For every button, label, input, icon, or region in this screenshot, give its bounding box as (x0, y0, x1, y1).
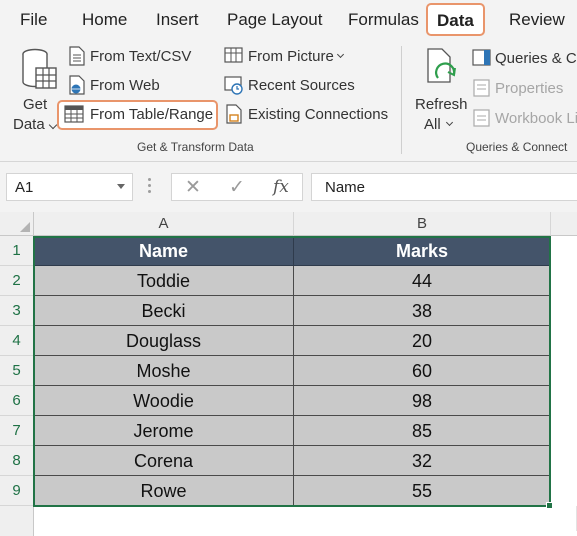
workbook-links-label: Workbook Li (495, 110, 577, 127)
table-cell-name[interactable]: Douglass (34, 326, 294, 356)
queries-connections-label: Queries & Co (495, 50, 577, 67)
properties-icon (473, 79, 490, 97)
resize-handle[interactable] (148, 178, 152, 196)
group-divider (401, 46, 402, 154)
tab-file[interactable]: File (20, 10, 47, 30)
ribbon-tab-bar: File Home Insert Page Layout Formulas Da… (0, 0, 577, 40)
from-table-range-button[interactable]: From Table/Range (62, 104, 218, 126)
table-cell-marks[interactable]: 44 (294, 266, 551, 296)
text-file-icon (69, 46, 85, 66)
from-web-label: From Web (90, 77, 160, 94)
refresh-all-button[interactable]: Refresh All (410, 46, 470, 133)
from-table-range-label: From Table/Range (90, 106, 214, 123)
row-header[interactable]: 1 (0, 236, 34, 266)
get-data-button[interactable]: Get Data (8, 46, 60, 133)
refresh-label-line2: All (424, 116, 441, 133)
table-cell-name[interactable]: Toddie (34, 266, 294, 296)
row-header[interactable]: 8 (0, 446, 34, 476)
from-text-csv-button[interactable]: From Text/CSV (66, 46, 216, 68)
insert-function-icon[interactable]: fx (273, 177, 289, 197)
column-header-b[interactable]: B (294, 212, 551, 236)
table-cell-name[interactable]: Rowe (34, 476, 294, 506)
from-web-button[interactable]: From Web (66, 75, 186, 97)
recent-sources-label: Recent Sources (248, 77, 355, 94)
row-header[interactable]: 9 (0, 476, 34, 506)
name-box[interactable]: A1 (6, 173, 133, 201)
chevron-down-icon[interactable] (117, 184, 125, 189)
table-cell-marks[interactable]: 85 (294, 416, 551, 446)
chevron-down-icon (48, 120, 58, 130)
from-picture-label: From Picture (248, 48, 334, 65)
row-header[interactable]: 3 (0, 296, 34, 326)
table-icon (64, 105, 84, 123)
table-header-cell[interactable]: Marks (294, 236, 551, 266)
picture-icon (224, 47, 243, 63)
name-box-value: A1 (15, 179, 34, 196)
get-data-label-line2: Data (13, 116, 45, 133)
table-cell-marks[interactable]: 32 (294, 446, 551, 476)
workbook-links-button[interactable]: Workbook Li (470, 108, 577, 130)
cancel-icon[interactable]: ✕ (185, 176, 201, 199)
column-header-c[interactable] (551, 212, 577, 236)
existing-connections-icon (226, 104, 242, 124)
row-header[interactable] (0, 506, 34, 536)
row-header[interactable]: 5 (0, 356, 34, 386)
formula-input[interactable]: Name (311, 173, 577, 201)
select-all-button[interactable] (0, 212, 34, 236)
tab-insert[interactable]: Insert (156, 10, 199, 30)
row-header[interactable]: 4 (0, 326, 34, 356)
row-header[interactable]: 6 (0, 386, 34, 416)
recent-sources-icon (224, 76, 243, 95)
table-cell-marks[interactable]: 20 (294, 326, 551, 356)
workbook-links-icon (473, 109, 490, 127)
table-cell-marks[interactable]: 38 (294, 296, 551, 326)
database-icon (22, 48, 57, 89)
table-cell-name[interactable]: Corena (34, 446, 294, 476)
empty-row[interactable] (34, 506, 577, 531)
table-cell-name[interactable]: Becki (34, 296, 294, 326)
tab-home[interactable]: Home (82, 10, 127, 30)
get-transform-group-label: Get & Transform Data (137, 140, 254, 154)
tab-data[interactable]: Data (426, 3, 485, 36)
from-picture-button[interactable]: From Picture (222, 46, 352, 68)
tab-formulas[interactable]: Formulas (348, 10, 419, 30)
chevron-down-icon (445, 118, 454, 127)
web-page-icon (69, 75, 85, 95)
row-header[interactable]: 7 (0, 416, 34, 446)
tab-review[interactable]: Review (509, 10, 565, 30)
table-header-cell[interactable]: Name (34, 236, 294, 266)
get-data-label-line1: Get (23, 96, 48, 113)
enter-icon[interactable]: ✓ (229, 176, 245, 199)
existing-connections-button[interactable]: Existing Connections (222, 104, 392, 126)
queries-pane-icon (472, 49, 491, 66)
formula-bar: A1 ✕ ✓ fx Name (0, 162, 577, 212)
queries-group-label: Queries & Connect (466, 140, 568, 154)
formula-buttons: ✕ ✓ fx (171, 173, 303, 201)
properties-button[interactable]: Properties (470, 78, 577, 100)
properties-label: Properties (495, 80, 564, 97)
existing-connections-label: Existing Connections (248, 106, 389, 123)
table-cell-name[interactable]: Moshe (34, 356, 294, 386)
refresh-icon (427, 48, 456, 83)
recent-sources-button[interactable]: Recent Sources (222, 75, 355, 97)
table-cell-name[interactable]: Jerome (34, 416, 294, 446)
tab-page-layout[interactable]: Page Layout (227, 10, 322, 30)
table-cell-name[interactable]: Woodie (34, 386, 294, 416)
refresh-label-line1: Refresh (415, 96, 468, 113)
column-header-a[interactable]: A (34, 212, 294, 236)
from-text-csv-label: From Text/CSV (90, 48, 192, 65)
ribbon-panel: Get Data From Text/CSV From Web From Tab… (0, 40, 577, 162)
table-cell-marks[interactable]: 98 (294, 386, 551, 416)
worksheet-grid: A B 1 2 3 4 5 6 7 8 9 Name Marks Toddie … (0, 212, 577, 536)
table-cell-marks[interactable]: 55 (294, 476, 551, 506)
queries-connections-button[interactable]: Queries & Co (470, 48, 577, 70)
chevron-down-icon (336, 50, 345, 59)
table-cell-marks[interactable]: 60 (294, 356, 551, 386)
fill-handle[interactable] (546, 502, 553, 509)
row-header[interactable]: 2 (0, 266, 34, 296)
